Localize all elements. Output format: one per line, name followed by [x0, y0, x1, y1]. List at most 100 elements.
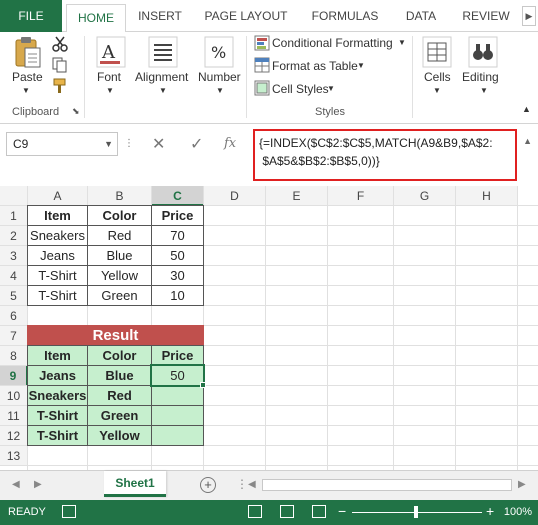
column-header-b[interactable]: B	[88, 186, 152, 206]
sheet-tab-sheet1[interactable]: Sheet1	[104, 471, 166, 497]
format-as-table-button[interactable]: Format as Table	[272, 59, 358, 73]
cell-c12[interactable]	[151, 425, 204, 446]
cells-icon[interactable]	[422, 36, 452, 68]
next-sheet-icon[interactable]: ▶	[34, 479, 42, 490]
select-all-corner[interactable]	[0, 186, 28, 206]
tab-data[interactable]: DATA	[396, 0, 446, 32]
row-header-9[interactable]: 9	[0, 366, 28, 386]
cut-icon[interactable]	[52, 36, 68, 52]
row-header-12[interactable]: 12	[0, 426, 28, 446]
cell-a12[interactable]: T-Shirt	[27, 425, 88, 446]
cell-styles-button[interactable]: Cell Styles	[272, 82, 329, 96]
number-button[interactable]: Number	[198, 70, 241, 84]
cell-styles-dropdown-icon[interactable]: ▼	[327, 84, 335, 93]
cell-a5[interactable]: T-Shirt	[27, 285, 88, 306]
font-dropdown-icon[interactable]: ▼	[106, 86, 114, 95]
row-header-1[interactable]: 1	[0, 206, 28, 226]
zoom-level[interactable]: 100%	[504, 506, 532, 518]
row-header-7[interactable]: 7	[0, 326, 28, 346]
cell-c4[interactable]: 30	[151, 265, 204, 286]
name-box-dropdown-icon[interactable]: ▼	[104, 133, 113, 155]
cell-a3[interactable]: Jeans	[27, 245, 88, 266]
cell-a2[interactable]: Sneakers	[27, 225, 88, 246]
cell-a9[interactable]: Jeans	[27, 365, 88, 386]
cell-b9[interactable]: Blue	[87, 365, 152, 386]
formula-bar-handle-icon[interactable]: ⋮	[124, 138, 134, 149]
cell-b12[interactable]: Yellow	[87, 425, 152, 446]
cell-c2[interactable]: 70	[151, 225, 204, 246]
cell-b11[interactable]: Green	[87, 405, 152, 426]
insert-function-icon[interactable]: fx	[224, 136, 236, 151]
name-box[interactable]: C9 ▼	[6, 132, 118, 156]
zoom-slider-thumb[interactable]	[414, 506, 418, 518]
prev-sheet-icon[interactable]: ◀	[12, 479, 20, 490]
font-icon[interactable]: A	[96, 36, 126, 68]
cell-a11[interactable]: T-Shirt	[27, 405, 88, 426]
add-sheet-icon[interactable]: +	[200, 477, 216, 493]
column-header-g[interactable]: G	[394, 186, 456, 206]
row-header-3[interactable]: 3	[0, 246, 28, 266]
cell-a10[interactable]: Sneakers	[27, 385, 88, 406]
collapse-ribbon-icon[interactable]: ▲	[522, 104, 531, 114]
tab-page-layout[interactable]: PAGE LAYOUT	[198, 0, 294, 32]
format-as-table-icon[interactable]	[254, 57, 270, 73]
cells-dropdown-icon[interactable]: ▼	[433, 86, 441, 95]
tab-insert[interactable]: INSERT	[132, 0, 188, 32]
cell-c1[interactable]: Price	[151, 205, 204, 226]
editing-dropdown-icon[interactable]: ▼	[480, 86, 488, 95]
column-header-d[interactable]: D	[204, 186, 266, 206]
paste-icon[interactable]	[14, 36, 42, 70]
hscroll-left-icon[interactable]: ◀	[248, 479, 256, 490]
formula-input[interactable]: {=INDEX($C$2:$C$5,MATCH(A9&B9,$A$2: $A$5…	[253, 129, 517, 181]
cell-a8[interactable]: Item	[27, 345, 88, 366]
cell-c5[interactable]: 10	[151, 285, 204, 306]
horizontal-scrollbar[interactable]	[262, 479, 512, 491]
row-header-11[interactable]: 11	[0, 406, 28, 426]
paste-dropdown-icon[interactable]: ▼	[22, 86, 30, 95]
binoculars-icon[interactable]	[468, 36, 498, 68]
cell-b4[interactable]: Yellow	[87, 265, 152, 286]
copy-icon[interactable]	[52, 57, 68, 73]
row-header-13[interactable]: 13	[0, 446, 28, 466]
row-header-2[interactable]: 2	[0, 226, 28, 246]
enter-icon[interactable]: ✓	[190, 134, 203, 154]
conditional-formatting-dropdown-icon[interactable]: ▼	[398, 38, 406, 47]
cancel-icon[interactable]: ✕	[152, 134, 165, 154]
cell-a4[interactable]: T-Shirt	[27, 265, 88, 286]
cell-c3[interactable]: 50	[151, 245, 204, 266]
number-dropdown-icon[interactable]: ▼	[216, 86, 224, 95]
format-as-table-dropdown-icon[interactable]: ▼	[357, 61, 365, 70]
macro-record-icon[interactable]	[62, 505, 76, 518]
cell-styles-icon[interactable]	[254, 80, 270, 96]
tab-formulas[interactable]: FORMULAS	[304, 0, 386, 32]
column-header-a[interactable]: A	[28, 186, 88, 206]
format-painter-icon[interactable]	[52, 78, 68, 94]
normal-view-icon[interactable]	[248, 505, 262, 518]
fill-handle[interactable]	[200, 382, 206, 388]
number-icon[interactable]: %	[204, 36, 234, 68]
alignment-dropdown-icon[interactable]: ▼	[159, 86, 167, 95]
row-header-5[interactable]: 5	[0, 286, 28, 306]
worksheet-grid[interactable]: ABCDEFGH 1 2 3 4 5 6 7 8 9 10 11 12 13 Item Color Pric…	[0, 186, 538, 470]
page-layout-view-icon[interactable]	[280, 505, 294, 518]
row-header-8[interactable]: 8	[0, 346, 28, 366]
column-header-h[interactable]: H	[456, 186, 518, 206]
alignment-button[interactable]: Alignment	[135, 70, 188, 84]
tab-split-handle-icon[interactable]: ⋮	[236, 477, 248, 491]
conditional-formatting-button[interactable]: Conditional Formatting	[272, 36, 393, 50]
cell-c10[interactable]	[151, 385, 204, 406]
page-break-view-icon[interactable]	[312, 505, 326, 518]
tab-review[interactable]: REVIEW	[456, 0, 516, 32]
cell-c11[interactable]	[151, 405, 204, 426]
clipboard-launcher-icon[interactable]: ⬊	[72, 106, 80, 117]
conditional-formatting-icon[interactable]	[254, 35, 270, 51]
paste-button[interactable]: Paste	[12, 70, 43, 84]
cell-a1[interactable]: Item	[27, 205, 88, 226]
cell-b1[interactable]: Color	[87, 205, 152, 226]
cells-button[interactable]: Cells	[424, 70, 451, 84]
cell-b2[interactable]: Red	[87, 225, 152, 246]
cell-b10[interactable]: Red	[87, 385, 152, 406]
row-header-10[interactable]: 10	[0, 386, 28, 406]
column-header-c[interactable]: C	[152, 186, 204, 206]
font-button[interactable]: Font	[97, 70, 121, 84]
